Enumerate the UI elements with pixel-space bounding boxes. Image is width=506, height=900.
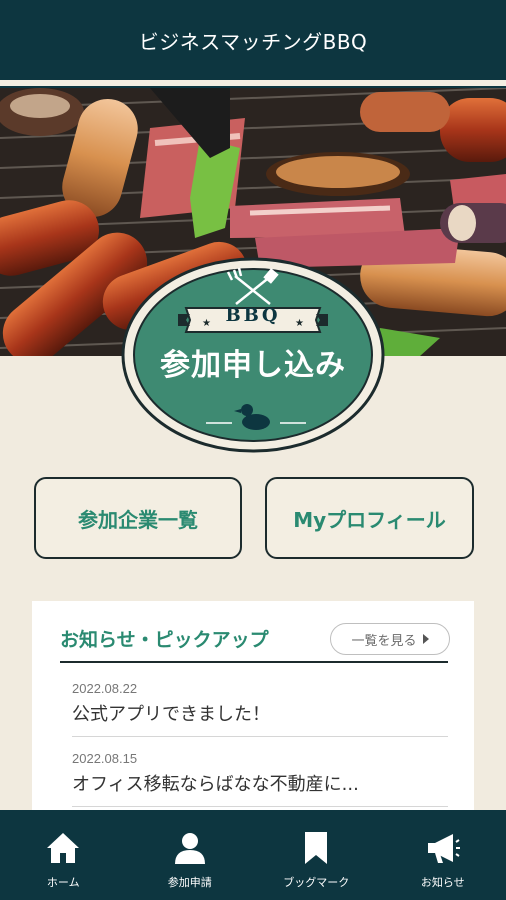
badge-ribbon-text: BBQ bbox=[225, 305, 281, 326]
bottom-tab-bar: ホーム 参加申請 ブッグマーク お知らせ bbox=[0, 810, 506, 900]
tab-news[interactable]: お知らせ bbox=[380, 810, 506, 900]
news-more-button[interactable]: 一覧を見る bbox=[330, 623, 450, 655]
news-item[interactable]: 2022.08.15 オフィス移転ならばなな不動産に... bbox=[72, 751, 448, 796]
my-profile-label: Myプロフィール bbox=[293, 507, 446, 532]
app-header: ビジネスマッチングBBQ bbox=[0, 0, 506, 80]
news-text: 公式アプリできました！ bbox=[72, 704, 270, 725]
tab-home-label: ホーム bbox=[46, 876, 80, 889]
participating-companies-label: 参加企業一覧 bbox=[78, 507, 198, 532]
news-item[interactable]: 2022.08.22 公式アプリできました！ bbox=[72, 681, 448, 726]
chevron-right-icon bbox=[422, 634, 429, 644]
bookmark-icon bbox=[305, 832, 328, 864]
megaphone-icon bbox=[427, 834, 460, 863]
tab-home[interactable]: ホーム bbox=[0, 810, 127, 900]
app-title: ビジネスマッチングBBQ bbox=[138, 29, 368, 54]
news-more-label: 一覧を見る bbox=[351, 633, 417, 649]
badge-title: 参加申し込み bbox=[160, 348, 346, 383]
news-date: 2022.08.15 bbox=[72, 751, 138, 766]
participating-companies-button[interactable]: 参加企業一覧 bbox=[34, 477, 242, 559]
news-separator bbox=[72, 806, 448, 807]
tab-news-label: お知らせ bbox=[420, 876, 465, 889]
news-date: 2022.08.22 bbox=[72, 681, 138, 696]
tab-bookmark[interactable]: ブッグマーク bbox=[253, 810, 380, 900]
news-title: お知らせ・ピックアップ bbox=[60, 629, 269, 651]
news-panel: お知らせ・ピックアップ 一覧を見る 2022.08.22 公式アプリできました！… bbox=[32, 601, 474, 810]
home-icon bbox=[47, 833, 80, 863]
news-separator bbox=[72, 736, 448, 737]
my-profile-button[interactable]: Myプロフィール bbox=[265, 477, 474, 559]
header-divider bbox=[0, 80, 506, 88]
apply-badge-button[interactable]: ★ ★ BBQ 参加申し込み bbox=[120, 256, 386, 454]
user-icon bbox=[174, 833, 205, 864]
news-divider bbox=[60, 661, 448, 663]
news-text: オフィス移転ならばなな不動産に... bbox=[72, 774, 359, 795]
tab-bookmark-label: ブッグマーク bbox=[283, 876, 350, 889]
tab-apply-label: 参加申請 bbox=[167, 876, 212, 889]
tab-apply[interactable]: 参加申請 bbox=[127, 810, 254, 900]
